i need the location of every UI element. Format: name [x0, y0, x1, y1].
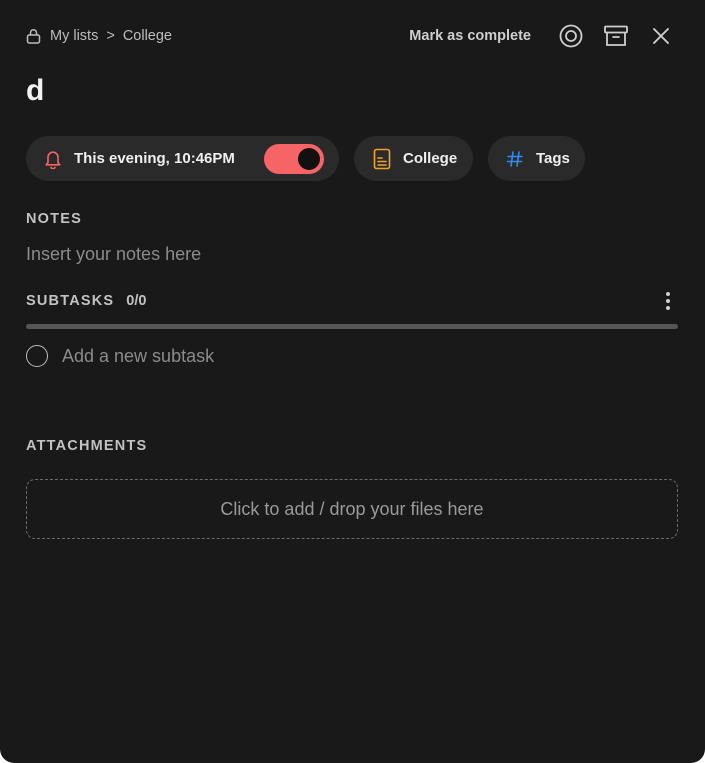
- breadcrumb: My lists > College: [26, 27, 172, 45]
- task-title[interactable]: d: [26, 74, 44, 108]
- toggle-knob: [298, 147, 320, 170]
- breadcrumb-root[interactable]: My lists: [50, 28, 98, 44]
- list-chip[interactable]: College: [354, 136, 473, 181]
- mark-complete-button[interactable]: Mark as complete: [409, 28, 531, 44]
- reminder-toggle[interactable]: [264, 143, 324, 174]
- notes-input[interactable]: Insert your notes here: [26, 244, 666, 265]
- close-icon[interactable]: [647, 22, 675, 50]
- target-icon[interactable]: [557, 22, 585, 50]
- task-detail-panel: My lists > College Mark as complete d Th…: [0, 0, 705, 763]
- breadcrumb-current[interactable]: College: [123, 28, 172, 44]
- dropzone-label: Click to add / drop your files here: [220, 498, 484, 519]
- add-subtask-row[interactable]: Add a new subtask: [26, 345, 214, 367]
- subtask-circle-icon: [26, 345, 48, 367]
- header-actions: Mark as complete: [409, 22, 675, 50]
- task-chips: This evening, 10:46PM College Tags: [26, 136, 600, 181]
- document-icon: [373, 148, 391, 170]
- attachments-dropzone[interactable]: Click to add / drop your files here: [26, 479, 678, 539]
- add-subtask-input[interactable]: Add a new subtask: [62, 346, 214, 367]
- tags-label: Tags: [536, 150, 570, 167]
- archive-icon[interactable]: [602, 22, 630, 50]
- breadcrumb-separator: >: [106, 28, 115, 44]
- subtasks-header: SUBTASKS 0/0: [26, 290, 678, 312]
- tags-chip[interactable]: Tags: [488, 136, 585, 181]
- reminder-chip[interactable]: This evening, 10:46PM: [26, 136, 339, 181]
- more-options-icon[interactable]: [658, 290, 678, 312]
- notes-heading: NOTES: [26, 211, 82, 227]
- reminder-label: This evening, 10:46PM: [74, 150, 235, 167]
- attachments-heading: ATTACHMENTS: [26, 438, 148, 454]
- subtasks-count: 0/0: [126, 293, 147, 309]
- list-label: College: [403, 150, 458, 167]
- subtasks-heading: SUBTASKS: [26, 293, 115, 309]
- hash-icon: [506, 150, 524, 168]
- lock-icon: [26, 28, 41, 44]
- subtasks-progress-bar: [26, 324, 678, 329]
- bell-icon: [44, 149, 62, 169]
